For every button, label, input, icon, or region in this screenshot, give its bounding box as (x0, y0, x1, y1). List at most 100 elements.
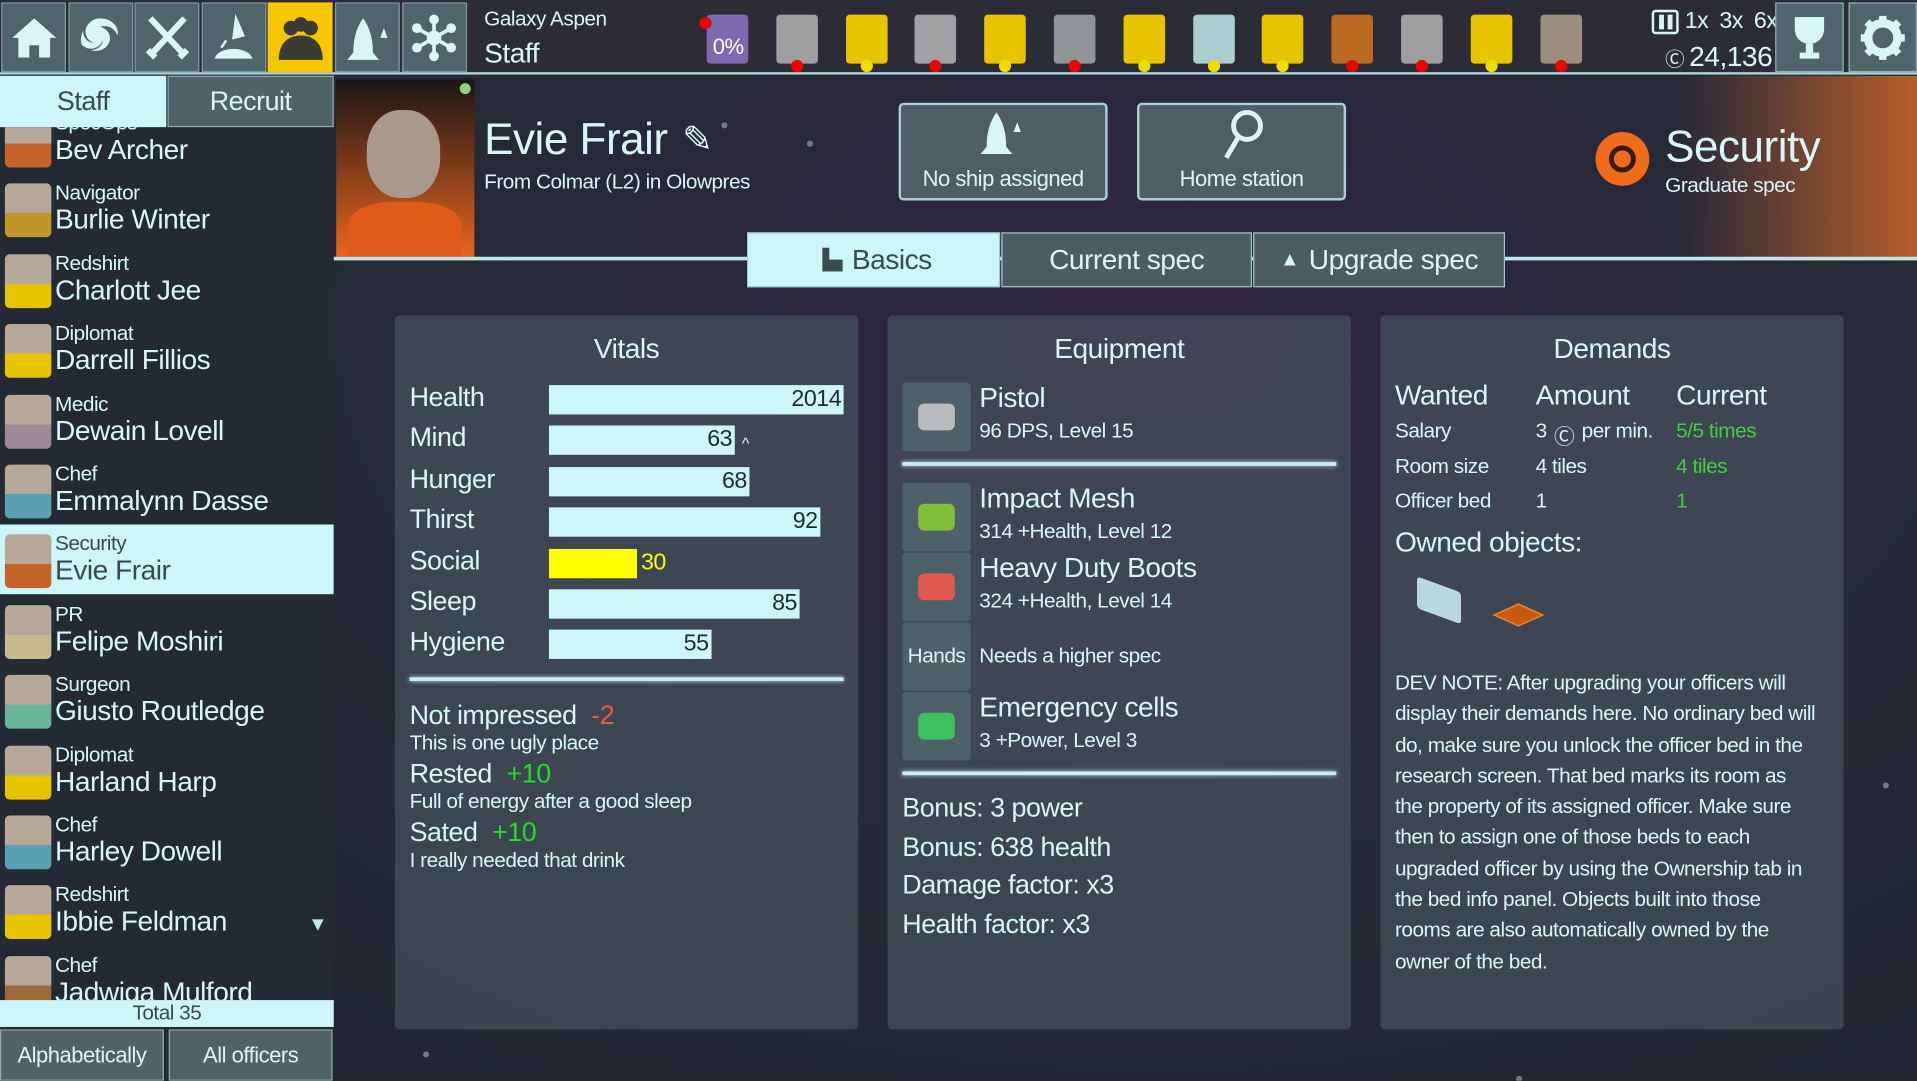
home-station-button[interactable]: Home station (1137, 102, 1347, 201)
staff-role: Redshirt (55, 883, 129, 907)
officer-portrait-icon (984, 14, 1026, 64)
staff-list-item[interactable]: Chef Emmalynn Dasse (0, 455, 334, 525)
equipment-slot[interactable] (902, 552, 971, 622)
assign-ship-button[interactable]: No ship assigned (898, 102, 1108, 201)
vital-label: Health (409, 381, 485, 413)
alert-item[interactable] (981, 10, 1030, 73)
vital-label: Mind (409, 422, 467, 453)
demand-current: 5/5 times (1676, 419, 1757, 443)
edit-name-icon[interactable]: ✎ (682, 118, 713, 161)
officer-avatar (4, 394, 52, 449)
boots-icon (918, 573, 955, 601)
vital-bar-health: 2014 (548, 385, 844, 415)
nav-galaxy-button[interactable] (67, 2, 133, 73)
staff-list-item[interactable]: Chef Jadwiga Mulford (0, 946, 334, 1001)
tab-recruit[interactable]: Recruit (167, 75, 334, 128)
graduation-cap-icon: ▲ (1280, 248, 1300, 270)
battery-icon (918, 712, 955, 740)
star (423, 1051, 430, 1058)
speed-1x-button[interactable]: 1x (1685, 9, 1709, 36)
staff-list-item[interactable]: Surgeon Giusto Routledge (0, 665, 334, 735)
staff-name: Darrell Fillios (55, 343, 211, 376)
filter-button[interactable]: All officers (168, 1029, 333, 1081)
vital-label: Social (409, 544, 481, 576)
alert-dot (699, 17, 712, 30)
staff-list-item[interactable]: PR Felipe Moshiri (0, 595, 334, 665)
officer-name: Evie Frair (484, 113, 668, 164)
staff-list-item[interactable]: Medic Dewain Lovell (0, 385, 334, 455)
speed-3x-button[interactable]: 3x (1719, 9, 1743, 36)
staff-name: Emmalynn Dasse (55, 484, 269, 516)
alert-item[interactable] (1467, 10, 1516, 73)
tab-upgrade-spec[interactable]: ▲ Upgrade spec (1253, 232, 1506, 288)
nav-network-button[interactable] (401, 2, 467, 73)
alert-item[interactable] (1189, 10, 1238, 73)
equipment-slot[interactable] (902, 482, 971, 552)
staff-list-item[interactable]: Diplomat Darrell Fillios (0, 314, 334, 384)
tab-staff[interactable]: Staff (0, 75, 167, 128)
home-station-label: Home station (1179, 166, 1304, 191)
tab-current-spec[interactable]: Current spec (1001, 232, 1252, 288)
staff-list-item[interactable]: Security Evie Frair (0, 524, 334, 595)
equipment-title: Equipment (1054, 332, 1185, 365)
bed-icon[interactable] (1416, 576, 1462, 625)
staff-list-item[interactable]: Chef Harley Dowell (0, 806, 334, 876)
alert-item[interactable] (1120, 10, 1169, 73)
officer-avatar (4, 254, 52, 308)
alert-item[interactable] (1397, 10, 1446, 73)
staff-list-item[interactable]: Redshirt Charlott Jee (0, 244, 334, 314)
alert-item[interactable] (842, 10, 891, 73)
staff-list-item[interactable]: Redshirt Ibbie Feldman (0, 876, 334, 946)
nav-home-button[interactable] (1, 2, 67, 73)
staff-list[interactable]: SpecOpsBev ArcherNavigatorBurlie WinterR… (0, 127, 334, 1001)
vitals-title: Vitals (593, 332, 660, 365)
alert-item[interactable] (1259, 10, 1308, 73)
vital-bar-mind: 63 (548, 425, 735, 456)
alert-item[interactable] (1050, 10, 1099, 73)
sort-button[interactable]: Alphabetically (0, 1029, 164, 1081)
staff-name: Dewain Lovell (55, 413, 224, 446)
staff-list-item[interactable]: Navigator Burlie Winter (0, 174, 334, 244)
alert-item[interactable] (911, 10, 960, 73)
credits-value: 24,136 (1689, 40, 1773, 73)
officer-origin: From Colmar (L2) in Olowpres (484, 169, 750, 194)
speed-6x-button[interactable]: 6x (1754, 9, 1778, 36)
alert-item[interactable] (1328, 10, 1377, 73)
nav-staff-button[interactable] (268, 2, 334, 73)
col-current: Current (1676, 379, 1767, 411)
nav-ship-button[interactable] (334, 2, 400, 73)
scroll-down-icon[interactable]: ▼ (308, 915, 327, 937)
officer-avatar (4, 955, 52, 1001)
bed-icon (1053, 14, 1096, 64)
equipment-slot[interactable] (902, 382, 971, 452)
achievements-button[interactable] (1775, 2, 1844, 73)
vital-value: 68 (721, 468, 747, 494)
pause-button[interactable] (1651, 9, 1679, 35)
vital-label: Hunger (409, 463, 496, 494)
gear-icon (1860, 15, 1905, 60)
officer-avatar (4, 127, 52, 168)
staff-list-item[interactable]: SpecOpsBev Archer (0, 127, 334, 173)
settings-button[interactable] (1848, 2, 1917, 73)
nav-ship-launch-button[interactable] (201, 2, 267, 73)
rug-icon[interactable] (1492, 603, 1545, 627)
staff-name: Giusto Routledge (55, 694, 265, 727)
ship-icon (346, 17, 387, 60)
equipment-stats: 3 +Power, Level 3 (979, 728, 1137, 752)
staff-icon (278, 16, 323, 60)
hands-slot[interactable]: Hands (902, 622, 971, 691)
machine-icon (1401, 14, 1443, 64)
staff-list-item[interactable]: Diplomat Harland Harp (0, 736, 334, 806)
alert-item[interactable] (1536, 10, 1585, 73)
equipment-slot[interactable] (902, 691, 971, 761)
alert-dot (1346, 59, 1359, 73)
alert-item[interactable] (772, 10, 821, 73)
mood-delta: +10 (492, 816, 537, 848)
alert-dot (929, 59, 942, 73)
staff-name: Ibbie Feldman (55, 905, 227, 937)
staff-role: Surgeon (55, 672, 131, 696)
officer-avatar (4, 675, 52, 729)
alert-item[interactable]: 0% (699, 10, 752, 69)
tab-basics[interactable]: ▐▄ Basics (747, 232, 1001, 288)
nav-crossed-swords-button[interactable] (134, 2, 200, 73)
